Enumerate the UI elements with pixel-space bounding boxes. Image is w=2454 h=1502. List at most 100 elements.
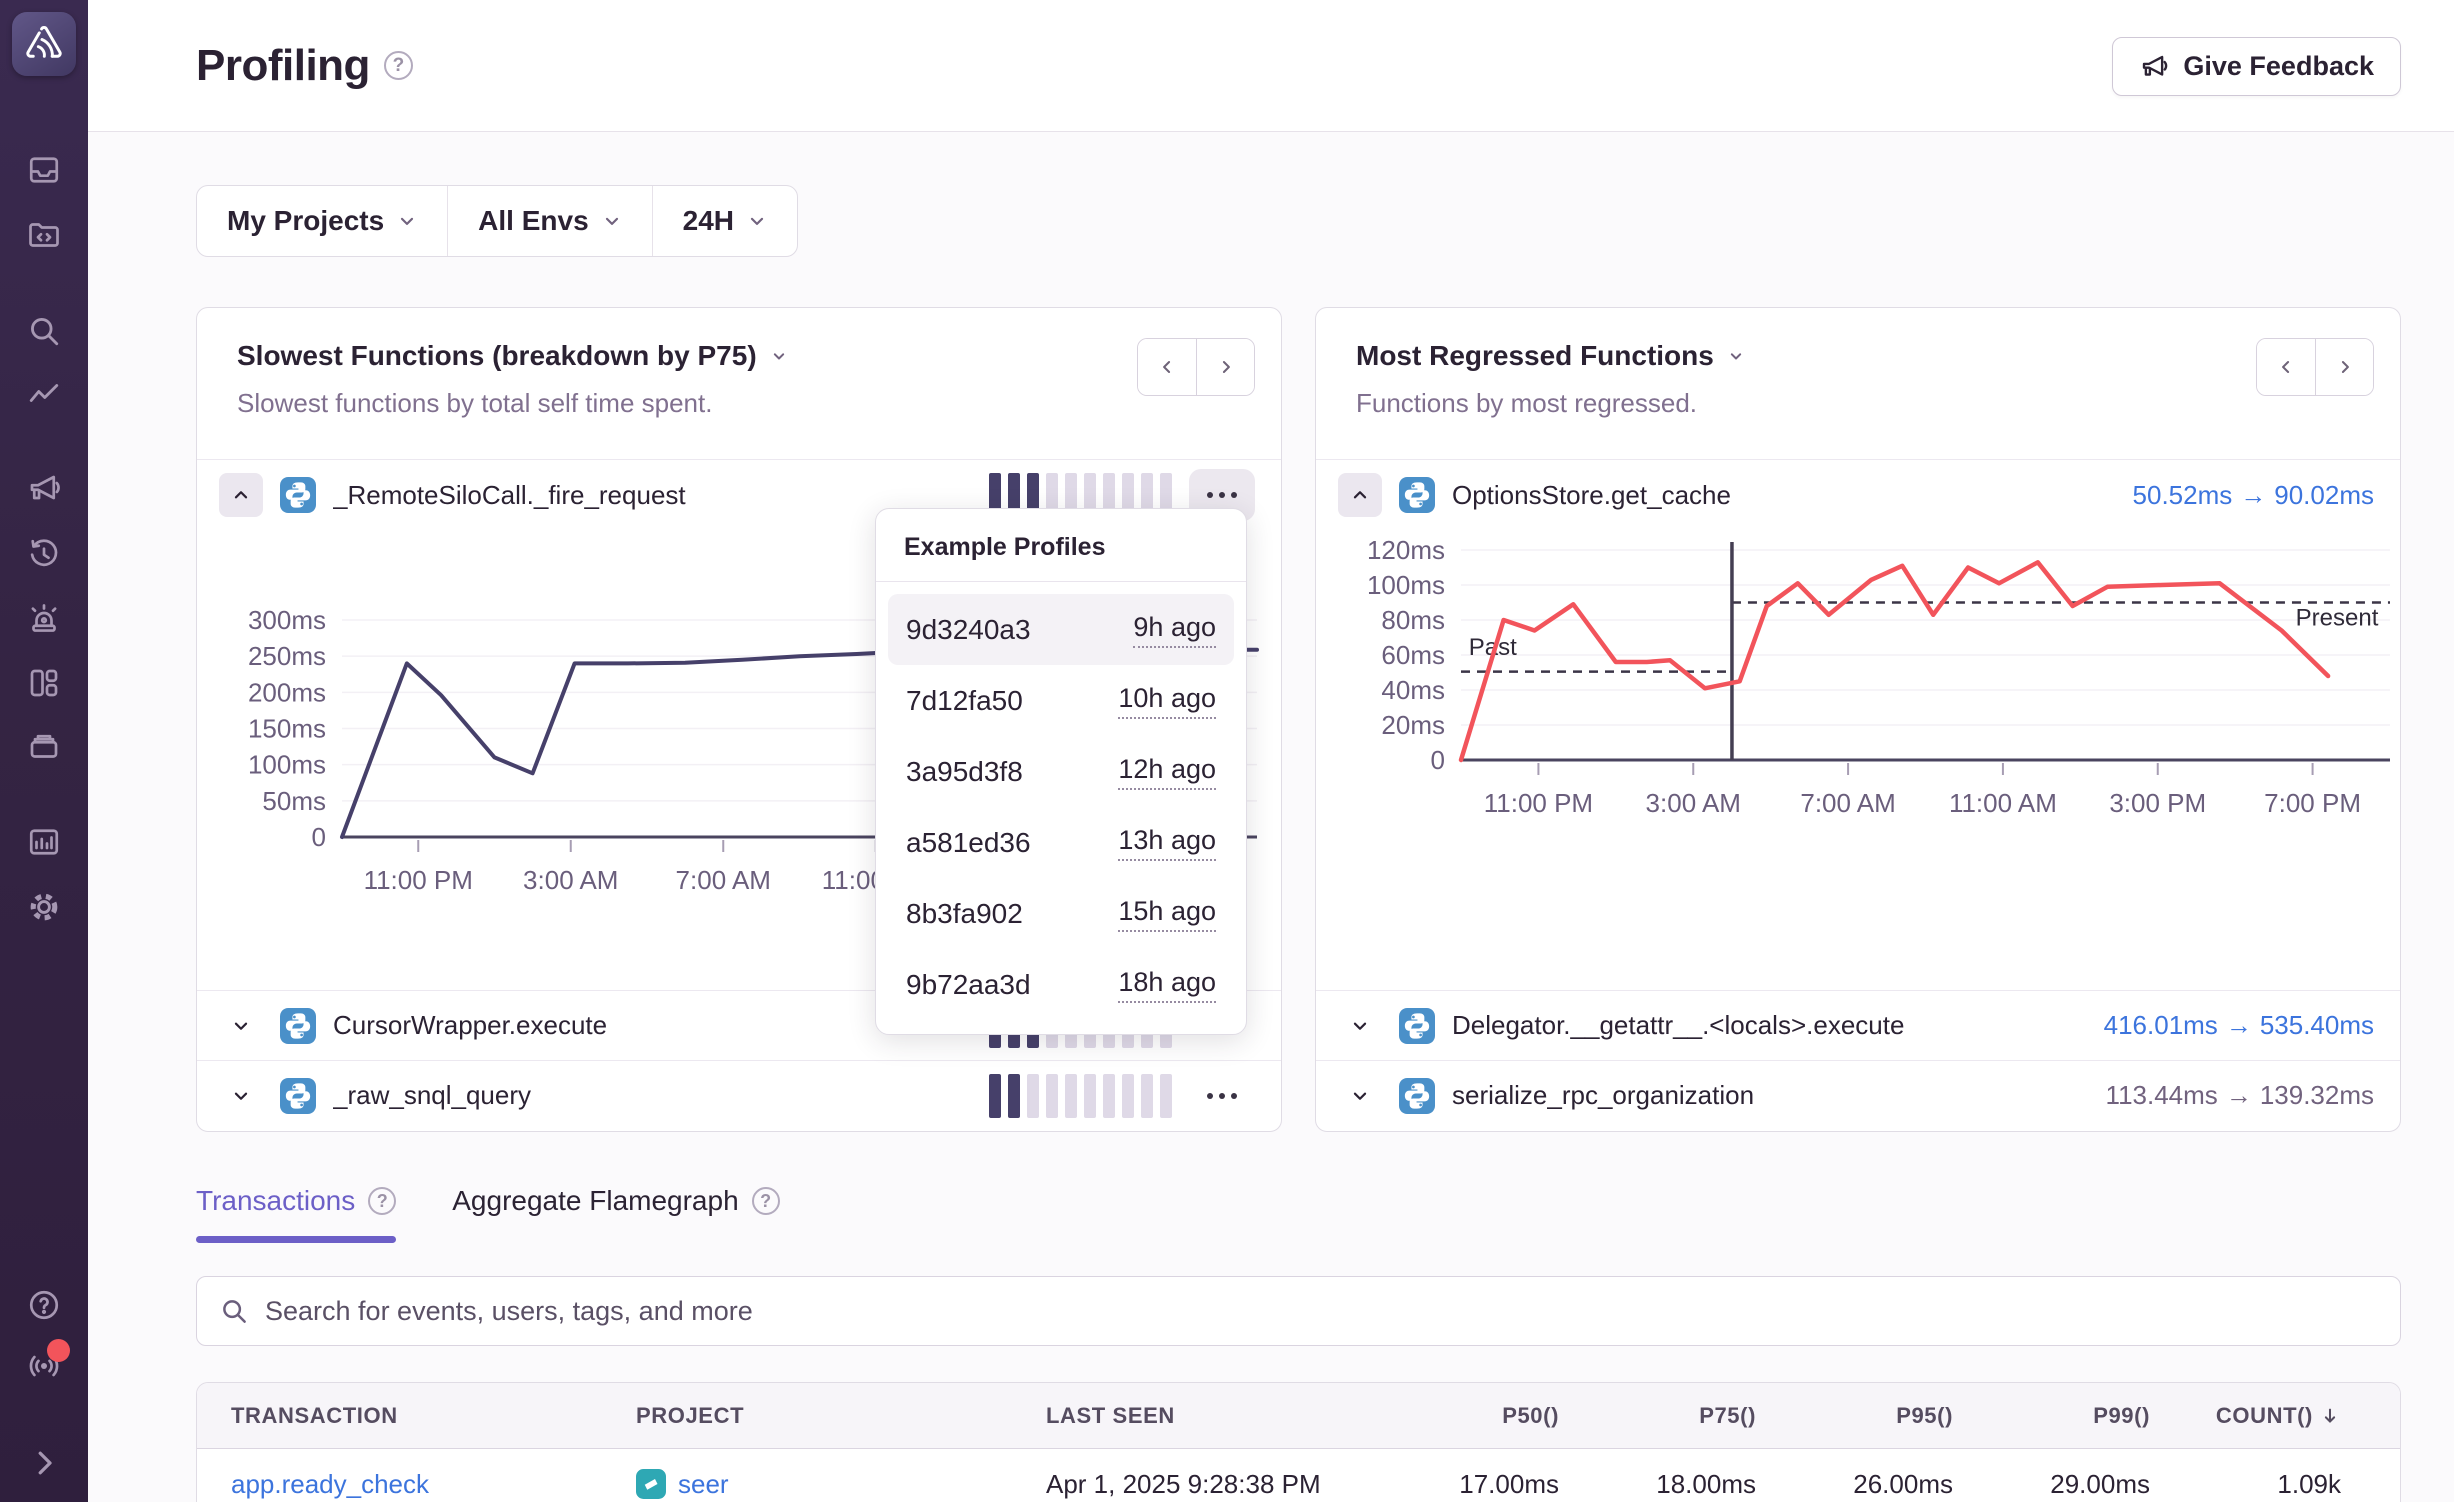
sidebar-expand-icon[interactable]: [25, 1444, 63, 1482]
chevron-down-icon: [230, 1015, 252, 1037]
nav-issues-icon[interactable]: [25, 151, 63, 189]
svg-text:40ms: 40ms: [1381, 675, 1445, 705]
python-icon: [1399, 1078, 1435, 1114]
profile-age-link[interactable]: 12h ago: [1118, 754, 1216, 790]
column-header-p50[interactable]: P50(): [1362, 1403, 1559, 1429]
dropdown-title: Example Profiles: [876, 509, 1246, 582]
expand-button[interactable]: [1338, 1004, 1382, 1048]
filter-bar: My Projects All Envs 24H: [196, 185, 798, 257]
svg-text:11:00 PM: 11:00 PM: [364, 865, 473, 895]
chevron-down-icon: [1349, 1085, 1371, 1107]
chevron-up-icon: [230, 484, 252, 506]
svg-text:50ms: 50ms: [262, 786, 326, 816]
profile-age-link[interactable]: 18h ago: [1118, 967, 1216, 1003]
profile-item[interactable]: 7d12fa50 10h ago: [888, 665, 1234, 736]
column-header-p95[interactable]: P95(): [1756, 1403, 1953, 1429]
profile-item[interactable]: a581ed36 13h ago: [888, 807, 1234, 878]
nav-replays-icon[interactable]: [25, 535, 63, 573]
sort-desc-icon: [2319, 1405, 2341, 1427]
prev-page-button[interactable]: [1138, 339, 1196, 395]
expand-button[interactable]: [219, 1004, 263, 1048]
profile-age-link[interactable]: 15h ago: [1118, 896, 1216, 932]
notification-dot: [47, 1339, 70, 1362]
main-content: My Projects All Envs 24H Slowest Functio…: [88, 133, 2454, 1502]
flamegraph-help-icon[interactable]: ?: [752, 1187, 780, 1215]
nav-alerts-icon[interactable]: [25, 600, 63, 638]
next-page-button[interactable]: [2315, 339, 2373, 395]
arrow-right-icon: →: [2218, 1080, 2260, 1110]
python-icon: [280, 477, 316, 513]
nav-search-icon[interactable]: [25, 312, 63, 350]
nav-dashboards-icon[interactable]: [25, 664, 63, 702]
profile-age-link[interactable]: 13h ago: [1118, 825, 1216, 861]
profile-item[interactable]: 9d3240a3 9h ago: [888, 594, 1234, 665]
chevron-down-icon: [747, 211, 767, 231]
chevron-down-icon: [397, 211, 417, 231]
sentry-logo-icon: [18, 18, 70, 70]
sentry-logo[interactable]: [12, 12, 76, 76]
function-row: _raw_snql_query: [197, 1060, 1281, 1130]
svg-text:120ms: 120ms: [1367, 535, 1445, 565]
svg-text:300ms: 300ms: [248, 605, 326, 635]
function-name: OptionsStore.get_cache: [1452, 480, 1731, 511]
profile-item[interactable]: 3a95d3f8 12h ago: [888, 736, 1234, 807]
column-header-transaction[interactable]: TRANSACTION: [197, 1403, 602, 1429]
next-page-button[interactable]: [1196, 339, 1254, 395]
table-row: app.ready_check seer Apr 1, 2025 9:28:38…: [197, 1449, 2400, 1502]
profile-item[interactable]: 9b72aa3d 18h ago: [888, 949, 1234, 1020]
expand-button[interactable]: [219, 1074, 263, 1118]
regression-delta-link[interactable]: 416.01ms→535.40ms: [2104, 1010, 2374, 1041]
prev-page-button[interactable]: [2257, 339, 2315, 395]
p99-cell: 29.00ms: [1953, 1469, 2150, 1500]
column-header-p75[interactable]: P75(): [1559, 1403, 1756, 1429]
project-cell: seer: [602, 1469, 1012, 1500]
search-input[interactable]: [265, 1296, 2378, 1327]
transaction-link[interactable]: app.ready_check: [197, 1469, 602, 1500]
regression-delta-link[interactable]: 50.52ms→90.02ms: [2133, 480, 2374, 511]
nav-projects-icon[interactable]: [25, 216, 63, 254]
most-regressed-subtitle: Functions by most regressed.: [1356, 388, 2374, 419]
nav-stats-icon[interactable]: [25, 823, 63, 861]
date-range-filter[interactable]: 24H: [652, 186, 797, 256]
nav-settings-icon[interactable]: [25, 888, 63, 926]
give-feedback-label: Give Feedback: [2183, 51, 2374, 82]
tab-transactions[interactable]: Transactions ?: [196, 1185, 396, 1243]
most-regressed-title-select[interactable]: Most Regressed Functions: [1356, 340, 2374, 372]
svg-text:20ms: 20ms: [1381, 710, 1445, 740]
column-header-count[interactable]: COUNT(): [2150, 1403, 2371, 1429]
environment-filter[interactable]: All Envs: [447, 186, 651, 256]
column-header-last-seen[interactable]: LAST SEEN: [1012, 1403, 1362, 1429]
whats-new-icon[interactable]: [25, 1347, 63, 1385]
slowest-functions-title-select[interactable]: Slowest Functions (breakdown by P75): [237, 340, 1255, 372]
function-name: serialize_rpc_organization: [1452, 1080, 1754, 1111]
search-bar: [196, 1276, 2401, 1346]
svg-text:3:00 AM: 3:00 AM: [523, 865, 618, 895]
transactions-help-icon[interactable]: ?: [368, 1187, 396, 1215]
collapse-button[interactable]: [219, 473, 263, 517]
tab-aggregate-flamegraph[interactable]: Aggregate Flamegraph ?: [452, 1185, 779, 1243]
most-regressed-chart: 020ms40ms60ms80ms100ms120ms11:00 PM3:00 …: [1316, 530, 2402, 830]
svg-text:0: 0: [1431, 745, 1445, 775]
profile-age-link[interactable]: 9h ago: [1133, 612, 1216, 648]
svg-text:250ms: 250ms: [248, 641, 326, 671]
page-help-icon[interactable]: ?: [384, 51, 413, 80]
nav-releases-icon[interactable]: [25, 727, 63, 765]
give-feedback-button[interactable]: Give Feedback: [2112, 37, 2401, 96]
help-icon[interactable]: [25, 1286, 63, 1324]
expand-button[interactable]: [1338, 1074, 1382, 1118]
nav-feedback-icon[interactable]: [25, 470, 63, 508]
python-icon: [280, 1078, 316, 1114]
table-header-row: TRANSACTION PROJECT LAST SEEN P50() P75(…: [197, 1383, 2400, 1449]
project-filter[interactable]: My Projects: [197, 186, 447, 256]
more-options-button[interactable]: [1189, 1070, 1255, 1122]
example-profiles-dropdown: Example Profiles 9d3240a3 9h ago 7d12fa5…: [875, 508, 1247, 1035]
chevron-down-icon: [1726, 346, 1746, 366]
function-row: OptionsStore.get_cache 50.52ms→90.02ms: [1316, 460, 2400, 530]
profile-item[interactable]: 8b3fa902 15h ago: [888, 878, 1234, 949]
column-header-project[interactable]: PROJECT: [602, 1403, 1012, 1429]
column-header-p99[interactable]: P99(): [1953, 1403, 2150, 1429]
nav-performance-icon[interactable]: [25, 377, 63, 415]
project-link[interactable]: seer: [678, 1469, 729, 1500]
collapse-button[interactable]: [1338, 473, 1382, 517]
profile-age-link[interactable]: 10h ago: [1118, 683, 1216, 719]
